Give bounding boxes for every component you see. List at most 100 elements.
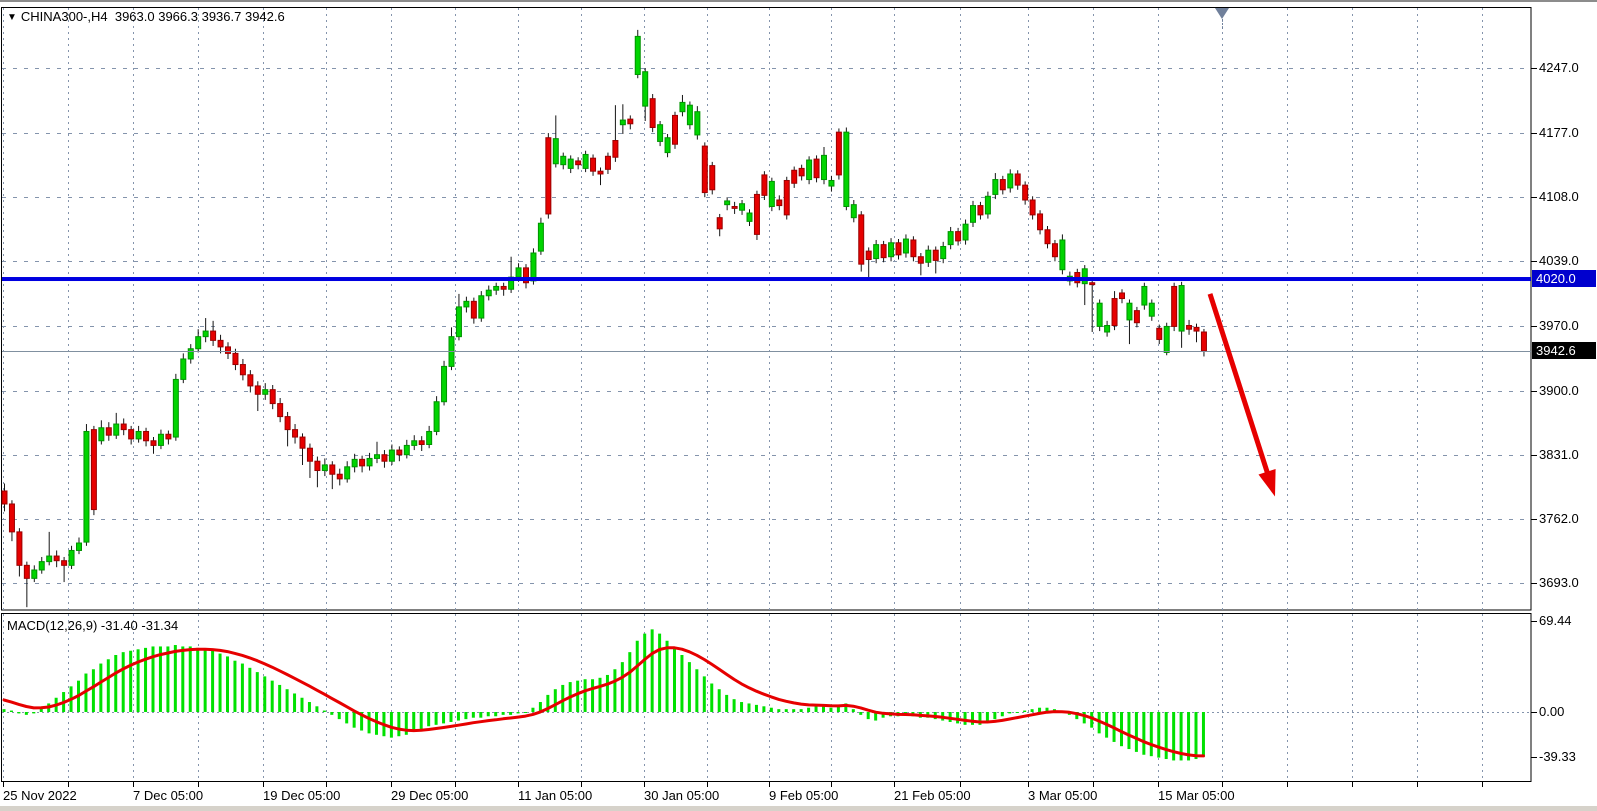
candle-bear xyxy=(576,161,581,165)
candle-bull xyxy=(412,441,417,446)
candle-bear xyxy=(62,561,67,566)
macd-histogram-bar xyxy=(584,679,587,712)
macd-histogram-bar xyxy=(993,712,996,719)
macd-histogram-bar xyxy=(829,708,832,712)
candle-bear xyxy=(501,286,506,289)
candle-bear xyxy=(546,138,551,214)
macd-histogram-bar xyxy=(353,712,356,728)
candle-bear xyxy=(628,119,633,124)
candle-bull xyxy=(1008,174,1013,188)
macd-panel[interactable] xyxy=(2,614,1532,782)
candle-bear xyxy=(218,340,223,347)
horizontal-line-4020[interactable] xyxy=(2,277,1531,281)
candle-bull xyxy=(114,424,119,435)
macd-histogram-bar xyxy=(852,709,855,712)
macd-histogram-bar xyxy=(666,641,669,712)
candle-bull xyxy=(993,180,998,195)
candle-bear xyxy=(307,448,312,461)
price-axis-label: 4108.0 xyxy=(1539,189,1579,205)
macd-histogram-bar xyxy=(1120,712,1123,746)
macd-indicator-label: MACD(12,26,9) -31.40 -31.34 xyxy=(7,618,178,634)
macd-axis-label: 69.44 xyxy=(1539,613,1572,629)
candle-bear xyxy=(933,250,938,260)
candle-bull xyxy=(635,36,640,74)
candle-bear xyxy=(1112,299,1117,326)
candle-bear xyxy=(762,175,767,195)
macd-histogram-bar xyxy=(710,684,713,713)
macd-histogram-bar xyxy=(606,675,609,712)
macd-histogram-bar xyxy=(964,712,967,725)
candle-bear xyxy=(285,417,290,430)
macd-histogram-bar xyxy=(554,689,557,712)
macd-histogram-bar xyxy=(1038,708,1041,712)
macd-axis-label: 0.00 xyxy=(1539,704,1564,720)
macd-histogram-bar xyxy=(420,712,423,729)
candle-bull xyxy=(32,570,37,578)
candle-bear xyxy=(591,158,596,171)
candle-bear xyxy=(17,532,22,565)
macd-histogram-bar xyxy=(733,699,736,712)
candle-bull xyxy=(1082,269,1087,284)
candle-bear xyxy=(211,331,216,340)
macd-histogram-bar xyxy=(770,708,773,712)
macd-histogram-bar xyxy=(1165,712,1168,759)
macd-histogram-bar xyxy=(263,676,266,712)
macd-histogram-bar xyxy=(196,648,199,712)
candle-bear xyxy=(799,168,804,175)
candle-bull xyxy=(844,132,849,206)
macd-histogram-bar xyxy=(621,662,624,712)
candle-bull xyxy=(568,159,573,168)
macd-histogram-bar xyxy=(293,693,296,712)
candle-bull xyxy=(367,458,372,465)
candle-bull xyxy=(99,428,104,441)
macd-histogram-bar xyxy=(301,698,304,712)
macd-histogram-bar xyxy=(755,705,758,712)
macd-histogram-bar xyxy=(576,681,579,712)
macd-histogram-bar xyxy=(114,655,117,712)
candle-bear xyxy=(1000,180,1005,190)
candle-bear xyxy=(754,194,759,234)
candle-bull xyxy=(851,205,856,218)
candle-bull xyxy=(538,223,543,251)
candle-bull xyxy=(322,465,327,471)
macd-histogram-bar xyxy=(599,678,602,712)
candle-bull xyxy=(69,550,74,565)
candle-bull xyxy=(1164,326,1169,352)
candle-bear xyxy=(1090,283,1095,285)
macd-histogram-bar xyxy=(502,712,505,715)
symbol-dropdown-icon[interactable]: ▼ xyxy=(7,12,17,23)
candle-bear xyxy=(650,99,655,128)
macd-histogram-bar xyxy=(1001,712,1004,716)
symbol-period-label: CHINA300-,H4 xyxy=(21,9,108,24)
candle-bear xyxy=(106,428,111,435)
candle-bull xyxy=(941,246,946,258)
chart-canvas[interactable] xyxy=(0,0,1597,811)
candle-bull xyxy=(747,213,752,221)
macd-histogram-bar xyxy=(278,685,281,712)
price-axis-label: 3762.0 xyxy=(1539,511,1579,527)
current-price-tag: 3942.6 xyxy=(1532,342,1596,359)
candle-bear xyxy=(1015,174,1020,185)
macd-histogram-bar xyxy=(442,712,445,723)
time-axis-label: 19 Dec 05:00 xyxy=(263,788,340,804)
candle-bull xyxy=(181,359,186,379)
time-axis-label: 25 Nov 2022 xyxy=(3,788,77,804)
macd-histogram-bar xyxy=(166,646,169,712)
macd-histogram-bar xyxy=(271,681,274,712)
candle-bear xyxy=(226,347,231,354)
macd-histogram-bar xyxy=(479,712,482,718)
candle-bear xyxy=(121,424,126,430)
time-axis-label: 21 Feb 05:00 xyxy=(894,788,971,804)
candle-bear xyxy=(397,450,402,455)
candle-bear xyxy=(24,565,29,578)
chart-title: ▼CHINA300-,H4 3963.0 3966.3 3936.7 3942.… xyxy=(7,9,285,26)
macd-histogram-bar xyxy=(450,712,453,722)
time-axis-label: 30 Jan 05:00 xyxy=(644,788,719,804)
macd-histogram-bar xyxy=(487,712,490,716)
candle-bear xyxy=(978,206,983,215)
price-axis-label: 4177.0 xyxy=(1539,125,1579,141)
macd-histogram-bar xyxy=(703,676,706,712)
macd-histogram-bar xyxy=(137,649,140,712)
candle-bear xyxy=(702,146,707,192)
macd-histogram-bar xyxy=(673,648,676,712)
